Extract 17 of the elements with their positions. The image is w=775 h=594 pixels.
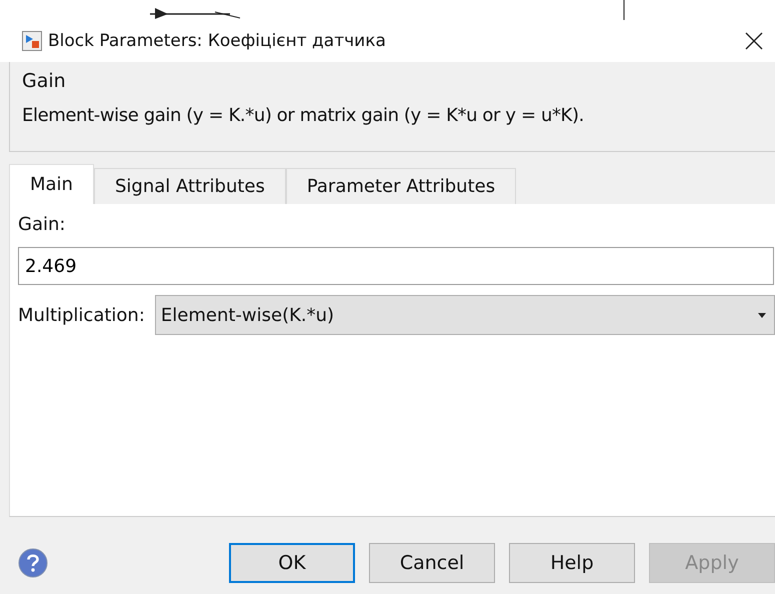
caret-icon — [758, 312, 766, 318]
dialog-button[interactable]: Cancel — [369, 542, 495, 582]
tab[interactable]: Signal Attributes — [94, 168, 286, 204]
dialog-button[interactable]: Help — [509, 542, 635, 582]
group-title: Gain — [22, 70, 67, 92]
multiplication-label: Multiplication: — [18, 304, 145, 326]
close-icon[interactable] — [745, 32, 763, 50]
tab[interactable]: Main — [9, 164, 94, 204]
help-icon[interactable] — [18, 548, 48, 578]
multiplication-dropdown[interactable]: Element-wise(K.*u) — [154, 295, 775, 335]
gain-label: Gain: — [18, 214, 66, 235]
tab[interactable]: Parameter Attributes — [286, 168, 516, 204]
dialog-button[interactable]: OK — [229, 542, 355, 582]
block-icon — [22, 31, 42, 51]
gain-field[interactable]: 2.469 — [18, 247, 774, 285]
window-title: Block Parameters: Коефіцієнт датчика — [48, 31, 387, 51]
block-description: Element-wise gain (y = K.*u) or matrix gain (y = K*u or y = u*K). — [22, 105, 585, 126]
